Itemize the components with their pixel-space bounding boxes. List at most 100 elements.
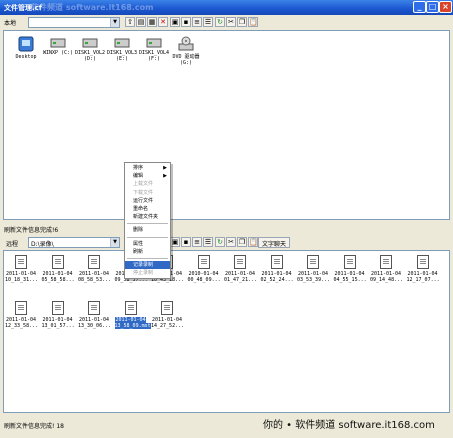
context-menu: 排序 ▶ 编辑 ▶ 上载文件 下载文件 运行文件 重命名 新建文件夹删除属性 刷新记录录制停止录制 [124,162,171,280]
file-name: 10_18_31... [5,277,39,283]
menu-item[interactable]: 排序 ▶ [125,164,170,172]
paste-icon[interactable]: 📋 [248,17,258,27]
chevron-down-icon[interactable]: ▼ [110,238,119,247]
small-icons-view-icon[interactable]: ▪ [181,237,191,247]
document-icon [124,301,137,315]
large-icons-view-icon[interactable]: ▣ [170,17,180,27]
file-item[interactable]: 2011-01-04 08_58_53... [78,255,112,283]
submenu-arrow-icon: ▶ [163,173,167,180]
file-name: 09_14_48... [370,277,404,283]
menu-item[interactable]: 编辑 ▶ [125,172,170,180]
file-name: 13_01_57... [41,323,75,329]
local-file-pane[interactable]: Desktop WINXP (C:) DISK1_VOL2 (D:) DISK1… [3,30,450,220]
file-item[interactable]: 2010-01-04 00_48_09... [187,255,221,283]
text-chat-button[interactable]: 文字聊天 [258,237,291,248]
dvd-drive-icon [178,36,194,51]
cut-icon[interactable]: ✂ [226,237,236,247]
menu-item-label: 上载文件 [133,181,154,188]
menu-item[interactable]: 停止录制 [125,269,170,277]
watermark: 你的 • 软件频道 software.it168.com [263,420,435,431]
maximize-button[interactable]: □ [426,1,439,13]
local-drive-combo[interactable]: ▼ [28,17,120,28]
remote-file-pane[interactable]: 2011-01-04 10_18_31... 2011-01-04 05_58_58.… [3,250,450,413]
file-item[interactable]: 2011-01-04 13_30_06... [78,301,111,329]
cut-icon[interactable]: ✂ [226,17,236,27]
file-name: 05_58_58... [41,277,75,283]
document-icon [197,255,210,269]
menu-item[interactable]: 重命名 [125,205,170,213]
document-icon [234,255,246,269]
folder-icon[interactable]: ▦ [147,17,157,27]
file-item[interactable]: 2011-01-04 09_14_48... [370,255,404,283]
refresh-icon[interactable]: ↻ [215,237,225,247]
file-name: 12_33_58... [5,323,39,329]
large-icons-view-icon[interactable]: ▣ [170,237,180,247]
list-view-icon[interactable]: ≡ [192,237,202,247]
menu-item-label: 刷新 [133,248,144,255]
top-watermark: ·软件频道 software.it168.com [28,3,154,12]
details-view-icon[interactable]: ☰ [203,17,213,27]
chevron-down-icon[interactable]: ▼ [110,18,119,27]
up-folder-icon[interactable]: ⇧ [125,17,135,27]
file-name: 00_48_09... [187,277,221,283]
menu-item-label: 新建文件夹 [133,214,159,221]
refresh-icon[interactable]: ↻ [215,17,225,27]
delete-icon[interactable]: ✕ [158,17,168,27]
file-name: 02_52_24... [260,277,294,283]
menu-item-label: 属性 [133,240,144,247]
menu-item-label: 删除 [133,227,144,234]
new-folder-icon[interactable]: ▤ [136,17,146,27]
menu-item[interactable]: 删除 [125,226,170,234]
close-button[interactable]: × [439,1,452,13]
local-label: 本地 [4,20,17,27]
file-name: 04_55_15... [333,277,367,283]
menu-item[interactable]: 属性 [125,240,170,248]
menu-item-label: 编辑 [133,173,144,180]
file-name: 08_58_53... [78,277,112,283]
menu-item[interactable]: 下载文件 [125,189,170,197]
menu-item-label: 停止录制 [133,270,154,277]
title-bar: 文件管理.cf ·软件频道 software.it168.com _ □ × [0,0,453,15]
menu-item-label: 下载文件 [133,189,154,196]
file-name: 12_17_07... [406,277,440,283]
file-name: 01_47_21... [224,277,258,283]
minimize-button[interactable]: _ [413,1,426,13]
file-item[interactable]: 2011-01-04 14_27_52... [151,301,184,329]
remote-path-combo[interactable]: D:\录像\ ▼ [28,237,120,248]
file-item[interactable]: 2011-01-04 13_58_09.mst [114,301,151,329]
file-item[interactable]: 2011-01-04 13_01_57... [41,301,75,329]
file-item[interactable]: 2011-01-04 04_55_15... [333,255,367,283]
document-icon [343,255,356,269]
document-icon [380,255,392,269]
drive-g[interactable]: DVD 驱动器 (G:) [166,36,206,66]
document-icon [51,301,64,315]
menu-item[interactable]: 运行文件 [125,197,170,205]
menu-item[interactable]: 记录录制 [125,260,170,270]
document-icon [161,301,173,315]
file-item[interactable]: 2011-01-04 05_58_58... [41,255,75,283]
remote-status: 刷新文件信息完成! 18 [4,423,64,430]
desktop-icon [18,36,34,52]
menu-item-label: 运行文件 [133,197,154,204]
file-item[interactable]: 2011-01-04 12_33_58... [5,301,39,329]
menu-item[interactable]: 上载文件 [125,180,170,188]
menu-item[interactable]: 新建文件夹 [125,213,170,221]
document-icon [15,255,27,269]
small-icons-view-icon[interactable]: ▪ [181,17,191,27]
list-view-icon[interactable]: ≡ [192,17,202,27]
document-icon [270,255,283,269]
copy-icon[interactable]: ❐ [237,237,247,247]
file-item[interactable]: 2011-01-04 12_17_07... [406,255,440,283]
paste-icon[interactable]: 📋 [248,237,258,247]
file-item[interactable]: 2011-01-04 01_47_21... [224,255,258,283]
submenu-arrow-icon: ▶ [163,165,167,171]
file-item[interactable]: 2011-01-04 02_52_24... [260,255,294,283]
menu-item[interactable]: 刷新 [125,248,170,256]
hard-drive-icon [50,38,66,48]
file-item[interactable]: 2011-01-04 10_18_31... [5,255,39,283]
file-item[interactable]: 2011-01-04 03_53_39... [297,255,330,283]
copy-icon[interactable]: ❐ [237,17,247,27]
menu-item-label: 记录录制 [133,261,154,268]
menu-item-label: 排序 [133,165,144,171]
details-view-icon[interactable]: ☰ [203,237,213,247]
